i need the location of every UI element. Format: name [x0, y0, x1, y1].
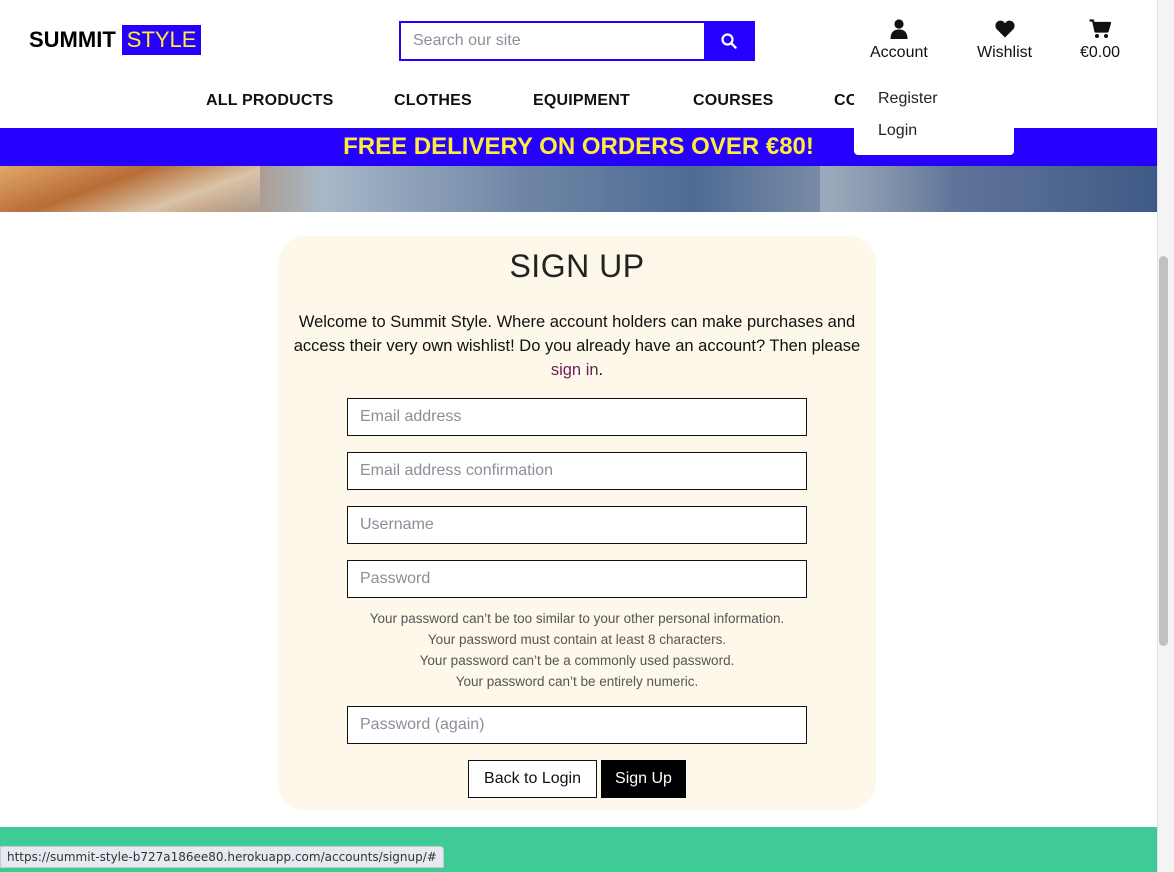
password-again-field[interactable] [347, 706, 807, 744]
password-help-list: Your password can’t be too similar to yo… [278, 608, 876, 692]
account-label: Account [870, 44, 928, 61]
intro-end: . [598, 361, 604, 379]
menu-item-login[interactable]: Login [878, 122, 917, 140]
user-icon [890, 17, 908, 41]
email-field[interactable] [347, 398, 807, 436]
page-title: SIGN UP [509, 248, 645, 284]
browser-viewport: SUMMIT STYLE Account [0, 0, 1157, 872]
search-icon [720, 33, 737, 49]
search-button[interactable] [704, 23, 753, 59]
signup-intro: Welcome to Summit Style. Where account h… [290, 310, 864, 382]
account-link[interactable]: Account [870, 17, 928, 62]
logo-text-summit: SUMMIT [29, 27, 116, 52]
wishlist-link[interactable]: Wishlist [977, 17, 1032, 62]
password-help-item: Your password can’t be entirely numeric. [455, 674, 699, 689]
site-logo[interactable]: SUMMIT STYLE [29, 25, 202, 55]
account-dropdown-menu: Register Login [854, 82, 1014, 155]
nav-item-equipment[interactable]: EQUIPMENT [533, 92, 630, 110]
password-help-item: Your password must contain at least 8 ch… [427, 632, 727, 647]
password-help-item: Your password can’t be a commonly used p… [419, 653, 735, 668]
search-form [399, 21, 755, 61]
password-field[interactable] [347, 560, 807, 598]
heart-icon [994, 17, 1015, 41]
username-field[interactable] [347, 506, 807, 544]
hero-image [0, 166, 1157, 212]
signup-submit-button[interactable]: Sign Up [601, 760, 686, 798]
logo-text-style: STYLE [121, 25, 202, 55]
intro-text: Welcome to Summit Style. Where account h… [293, 313, 861, 355]
back-to-login-button[interactable]: Back to Login [468, 760, 597, 798]
cart-icon [1089, 17, 1112, 41]
nav-item-clothes[interactable]: CLOTHES [394, 92, 472, 110]
status-bar-url: https://summit-style-b727a186ee80.heroku… [0, 846, 444, 868]
cart-total: €0.00 [1080, 44, 1121, 61]
cart-link[interactable]: €0.00 [1080, 17, 1120, 62]
nav-item-all-products[interactable]: ALL PRODUCTS [206, 92, 333, 110]
email-confirm-field[interactable] [347, 452, 807, 490]
signin-link[interactable]: sign in [551, 361, 599, 379]
signup-card: SIGN UP Welcome to Summit Style. Where a… [278, 236, 876, 810]
wishlist-label: Wishlist [977, 44, 1033, 61]
menu-item-register[interactable]: Register [878, 90, 938, 108]
search-input[interactable] [401, 23, 704, 59]
nav-item-courses[interactable]: COURSES [693, 92, 774, 110]
scrollbar-thumb[interactable] [1159, 256, 1168, 646]
password-help-item: Your password can’t be too similar to yo… [369, 611, 785, 626]
